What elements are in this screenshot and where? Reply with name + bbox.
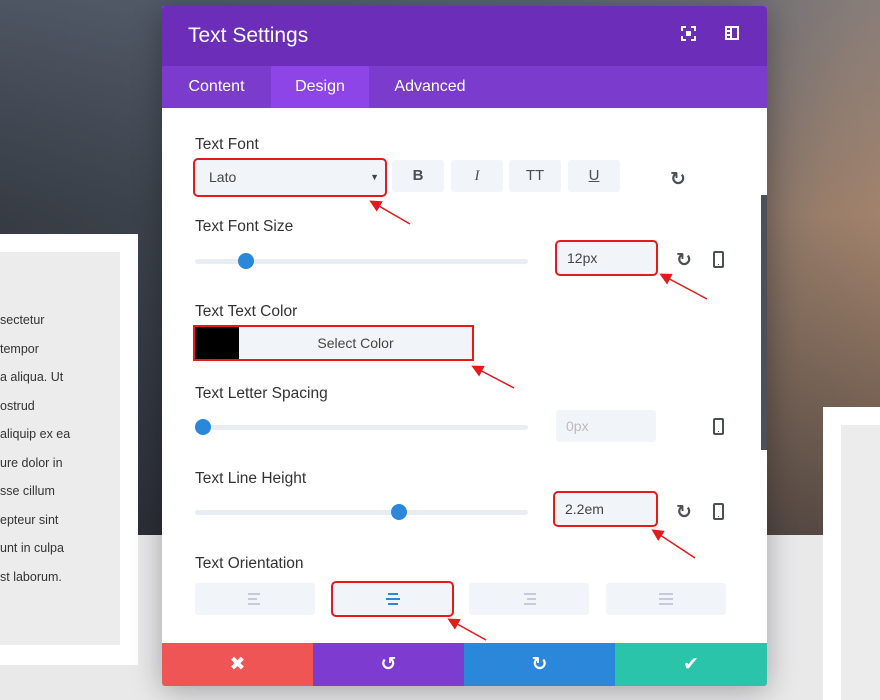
- font-size-slider-handle[interactable]: [238, 253, 255, 269]
- font-select[interactable]: Lato ▼: [193, 158, 387, 197]
- font-select-value: Lato: [209, 169, 237, 185]
- italic-button[interactable]: I: [451, 160, 503, 192]
- dropdown-arrow-icon: ▼: [370, 172, 379, 182]
- reset-icon[interactable]: ↻: [676, 249, 692, 272]
- line-height-input[interactable]: 2.2em: [553, 491, 658, 527]
- letter-spacing-input[interactable]: 0px: [556, 410, 656, 442]
- page-text-card-inner: [0, 252, 120, 645]
- mobile-icon[interactable]: [713, 418, 724, 435]
- undo-icon: ↺: [380, 654, 397, 675]
- redo-button[interactable]: ↻: [464, 643, 615, 686]
- background-text-line: sse cillum: [0, 484, 55, 498]
- cancel-button[interactable]: ✖: [162, 643, 313, 686]
- align-justify-button[interactable]: [606, 583, 726, 615]
- background-text-line: unt in culpa: [0, 541, 64, 555]
- color-picker[interactable]: Select Color: [193, 325, 474, 361]
- background-text-line: a aliqua. Ut: [0, 370, 64, 384]
- text-color-label: Text Text Color: [195, 303, 298, 320]
- align-center-icon: [386, 593, 400, 608]
- background-text-line: epteur sint: [0, 512, 59, 527]
- text-settings-modal: Text Settings Content Design Advanced Te…: [162, 6, 767, 686]
- background-text-line: sectetur: [0, 313, 45, 327]
- modal-header: Text Settings: [162, 6, 767, 66]
- letter-spacing-slider[interactable]: [195, 425, 528, 430]
- reset-icon[interactable]: ↻: [676, 501, 692, 524]
- background-text-line: aliquip ex ea: [0, 427, 71, 441]
- line-height-slider[interactable]: [195, 510, 528, 515]
- tab-design[interactable]: Design: [271, 66, 369, 108]
- select-color-button[interactable]: Select Color: [239, 327, 472, 359]
- mobile-icon[interactable]: [713, 503, 724, 520]
- letter-spacing-slider-handle[interactable]: [195, 419, 211, 435]
- orientation-label: Text Orientation: [195, 555, 304, 572]
- align-center-button[interactable]: [331, 581, 454, 617]
- align-right-icon: [522, 593, 536, 608]
- font-size-label: Text Font Size: [195, 218, 294, 235]
- save-button[interactable]: ✔: [615, 643, 767, 686]
- align-left-button[interactable]: [195, 583, 315, 615]
- color-swatch[interactable]: [195, 327, 239, 359]
- underline-button[interactable]: U: [568, 160, 620, 192]
- background-text-line: ure dolor in: [0, 455, 63, 470]
- tab-advanced[interactable]: Advanced: [369, 66, 491, 108]
- text-font-label: Text Font: [195, 136, 259, 153]
- close-icon: ✖: [229, 654, 246, 675]
- align-justify-icon: [659, 593, 673, 608]
- line-height-label: Text Line Height: [195, 470, 307, 487]
- background-text-line: tempor: [0, 341, 39, 356]
- mobile-icon[interactable]: [713, 251, 724, 268]
- bold-button[interactable]: B: [392, 160, 444, 192]
- undo-button[interactable]: ↺: [313, 643, 464, 686]
- sidebar-layout-icon[interactable]: [725, 26, 739, 44]
- line-height-slider-handle[interactable]: [391, 504, 408, 520]
- letter-spacing-label: Text Letter Spacing: [195, 385, 328, 402]
- modal-title: Text Settings: [188, 24, 309, 47]
- tab-content[interactable]: Content: [162, 66, 271, 108]
- uppercase-button[interactable]: TT: [509, 160, 561, 192]
- fullscreen-icon[interactable]: [681, 26, 696, 45]
- modal-tabs: Content Design Advanced: [162, 66, 767, 108]
- background-text-line: st laborum.: [0, 569, 62, 584]
- modal-scrollbar[interactable]: [761, 195, 767, 450]
- align-right-button[interactable]: [469, 583, 589, 615]
- background-text-line: ostrud: [0, 398, 35, 413]
- redo-icon: ↻: [531, 654, 548, 675]
- check-icon: ✔: [683, 654, 699, 675]
- page-card-right-inner: [841, 425, 880, 700]
- align-left-icon: [248, 593, 262, 608]
- reset-icon[interactable]: ↻: [670, 168, 686, 191]
- font-size-input[interactable]: 12px: [555, 240, 658, 276]
